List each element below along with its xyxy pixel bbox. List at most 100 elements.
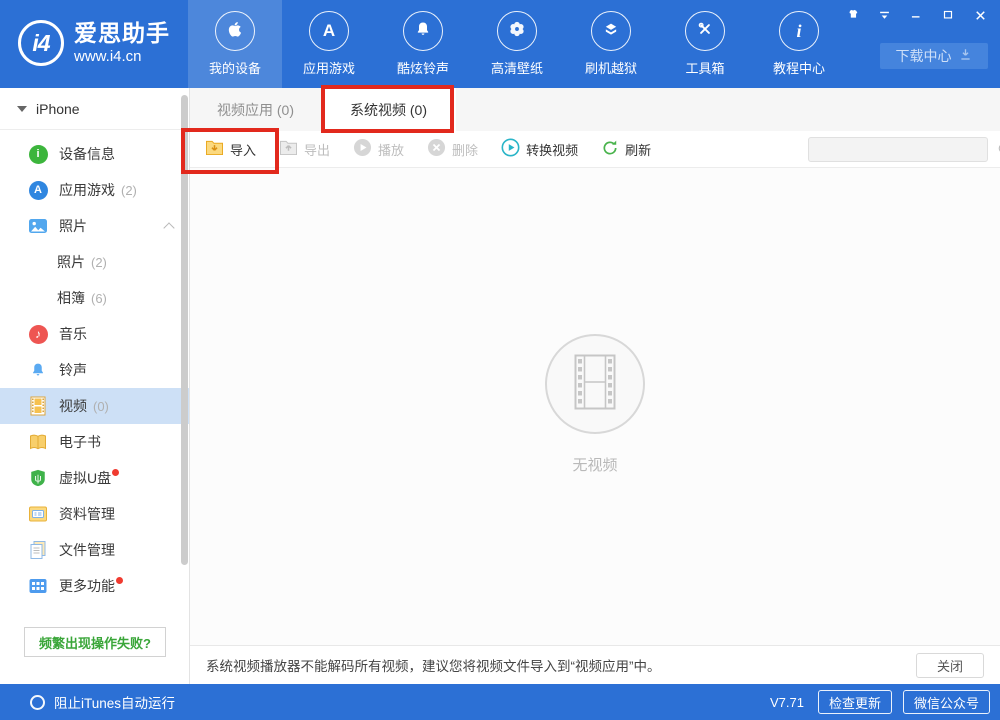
sidebar: iPhone i 设备信息 A 应用游戏 (2) 照片 照片 (2) xyxy=(0,88,190,684)
wallpaper-icon xyxy=(506,18,528,45)
chevron-down-icon xyxy=(17,106,27,112)
grid-icon xyxy=(28,576,48,596)
wechat-account-button[interactable]: 微信公众号 xyxy=(903,690,990,714)
sidebar-item-more-features[interactable]: 更多功能 xyxy=(0,568,189,604)
nav-item-jailbreak[interactable]: 刷机越狱 xyxy=(564,0,658,88)
nav-label: 教程中心 xyxy=(773,58,825,77)
svg-text:ψ: ψ xyxy=(34,474,41,485)
nav-item-toolbox[interactable]: 工具箱 xyxy=(658,0,752,88)
skin-theme-button[interactable] xyxy=(844,7,860,23)
film-icon xyxy=(28,396,48,416)
bell-blue-icon xyxy=(28,360,48,380)
nav-item-ringtones[interactable]: 酷炫铃声 xyxy=(376,0,470,88)
apple-icon xyxy=(224,18,246,45)
device-name: iPhone xyxy=(36,101,80,117)
import-button[interactable]: 导入 xyxy=(205,139,256,159)
tab-system-videos[interactable]: 系统视频 (0) xyxy=(321,88,456,131)
nav-label: 应用游戏 xyxy=(303,58,355,77)
play-circle-icon xyxy=(353,138,372,160)
notice-message: 系统视频播放器不能解码所有视频，建议您将视频文件导入到“视频应用”中。 xyxy=(206,655,661,675)
nav-label: 酷炫铃声 xyxy=(397,58,449,77)
logo-i4-icon: i4 xyxy=(18,20,64,66)
close-button[interactable] xyxy=(972,7,988,23)
sidebar-scrollbar[interactable] xyxy=(181,95,188,565)
search-input[interactable] xyxy=(809,142,997,157)
block-itunes-label: 阻止iTunes自动运行 xyxy=(54,692,175,712)
photos-icon xyxy=(28,216,48,236)
play-button: 播放 xyxy=(353,138,404,160)
data-card-icon xyxy=(28,504,48,524)
info-green-icon: i xyxy=(28,144,48,164)
refresh-icon xyxy=(601,139,619,160)
sidebar-item-videos[interactable]: 视频 (0) xyxy=(0,388,189,424)
export-button: 导出 xyxy=(279,139,330,159)
sidebar-item-device-info[interactable]: i 设备信息 xyxy=(0,136,189,172)
sidebar-item-data-management[interactable]: 资料管理 xyxy=(0,496,189,532)
empty-state-circle xyxy=(545,334,645,434)
delete-circle-icon xyxy=(427,138,446,160)
status-right-group: V7.71 检查更新 微信公众号 xyxy=(770,690,1000,714)
help-button[interactable]: 频繁出现操作失败? xyxy=(24,627,166,657)
app-window: i4 爱思助手 www.i4.cn 我的设备 A 应用游戏 酷炫铃声 xyxy=(0,0,1000,720)
nav-label: 高清壁纸 xyxy=(491,58,543,77)
sidebar-item-photos-child[interactable]: 照片 (2) xyxy=(0,244,189,280)
film-strip-icon xyxy=(574,354,616,415)
nav-item-tutorials[interactable]: i 教程中心 xyxy=(752,0,846,88)
chevron-up-icon[interactable] xyxy=(163,222,174,233)
music-icon: ♪ xyxy=(28,324,48,344)
notice-bar: 系统视频播放器不能解码所有视频，建议您将视频文件导入到“视频应用”中。 关闭 xyxy=(190,645,1000,684)
minimize-button[interactable] xyxy=(908,7,924,23)
sidebar-item-file-management[interactable]: 文件管理 xyxy=(0,532,189,568)
convert-play-icon xyxy=(501,138,520,160)
notice-close-button[interactable]: 关闭 xyxy=(916,653,984,678)
sidebar-item-photos[interactable]: 照片 xyxy=(0,208,189,244)
nav-label: 工具箱 xyxy=(685,58,724,77)
app-website: www.i4.cn xyxy=(74,48,170,65)
notification-dot xyxy=(112,469,119,476)
files-icon xyxy=(28,540,48,560)
sidebar-item-ringtones[interactable]: 铃声 xyxy=(0,352,189,388)
window-controls xyxy=(844,7,988,23)
device-selector[interactable]: iPhone xyxy=(0,88,189,130)
sidebar-item-virtual-usb[interactable]: ψ 虚拟U盘 xyxy=(0,460,189,496)
app-title: 爱思助手 xyxy=(74,21,170,46)
check-update-button[interactable]: 检查更新 xyxy=(818,690,892,714)
tab-bar: 视频应用 (0) 系统视频 (0) xyxy=(190,88,1000,131)
nav-item-apps-games[interactable]: A 应用游戏 xyxy=(282,0,376,88)
appstore-blue-icon: A xyxy=(28,180,48,200)
main-nav: 我的设备 A 应用游戏 酷炫铃声 高清壁纸 xyxy=(188,0,846,88)
radio-unchecked-icon xyxy=(30,695,45,710)
toolbox-icon xyxy=(695,19,715,44)
nav-label: 我的设备 xyxy=(209,58,261,77)
notification-dot xyxy=(116,577,123,584)
sidebar-list: i 设备信息 A 应用游戏 (2) 照片 照片 (2) 相簿 (6) xyxy=(0,130,189,604)
appstore-icon: A xyxy=(323,21,335,41)
nav-item-wallpapers[interactable]: 高清壁纸 xyxy=(470,0,564,88)
main-menu-icon[interactable] xyxy=(876,7,892,23)
status-bar: 阻止iTunes自动运行 V7.71 检查更新 微信公众号 xyxy=(0,684,1000,720)
bell-icon xyxy=(413,19,433,44)
download-icon xyxy=(958,47,973,65)
block-itunes-toggle[interactable]: 阻止iTunes自动运行 xyxy=(0,692,175,712)
nav-label: 刷机越狱 xyxy=(585,58,637,77)
version-label: V7.71 xyxy=(770,695,804,710)
sidebar-item-music[interactable]: ♪ 音乐 xyxy=(0,316,189,352)
refresh-button[interactable]: 刷新 xyxy=(601,139,651,160)
folder-import-icon xyxy=(205,139,224,159)
search-box xyxy=(808,137,988,162)
maximize-button[interactable] xyxy=(940,7,956,23)
sidebar-item-apps-games[interactable]: A 应用游戏 (2) xyxy=(0,172,189,208)
download-center-button[interactable]: 下载中心 xyxy=(880,43,988,69)
info-icon: i xyxy=(796,21,801,42)
tab-video-apps[interactable]: 视频应用 (0) xyxy=(190,88,321,131)
download-center-label: 下载中心 xyxy=(896,46,952,66)
book-icon xyxy=(28,432,48,452)
usb-shield-icon: ψ xyxy=(28,468,48,488)
toolbar: 导入 导出 播放 删除 xyxy=(190,131,1000,168)
folder-export-icon xyxy=(279,139,298,159)
sidebar-item-albums[interactable]: 相簿 (6) xyxy=(0,280,189,316)
convert-video-button[interactable]: 转换视频 xyxy=(501,138,578,160)
sidebar-item-ebooks[interactable]: 电子书 xyxy=(0,424,189,460)
nav-item-my-device[interactable]: 我的设备 xyxy=(188,0,282,88)
top-header: i4 爱思助手 www.i4.cn 我的设备 A 应用游戏 酷炫铃声 xyxy=(0,0,1000,88)
